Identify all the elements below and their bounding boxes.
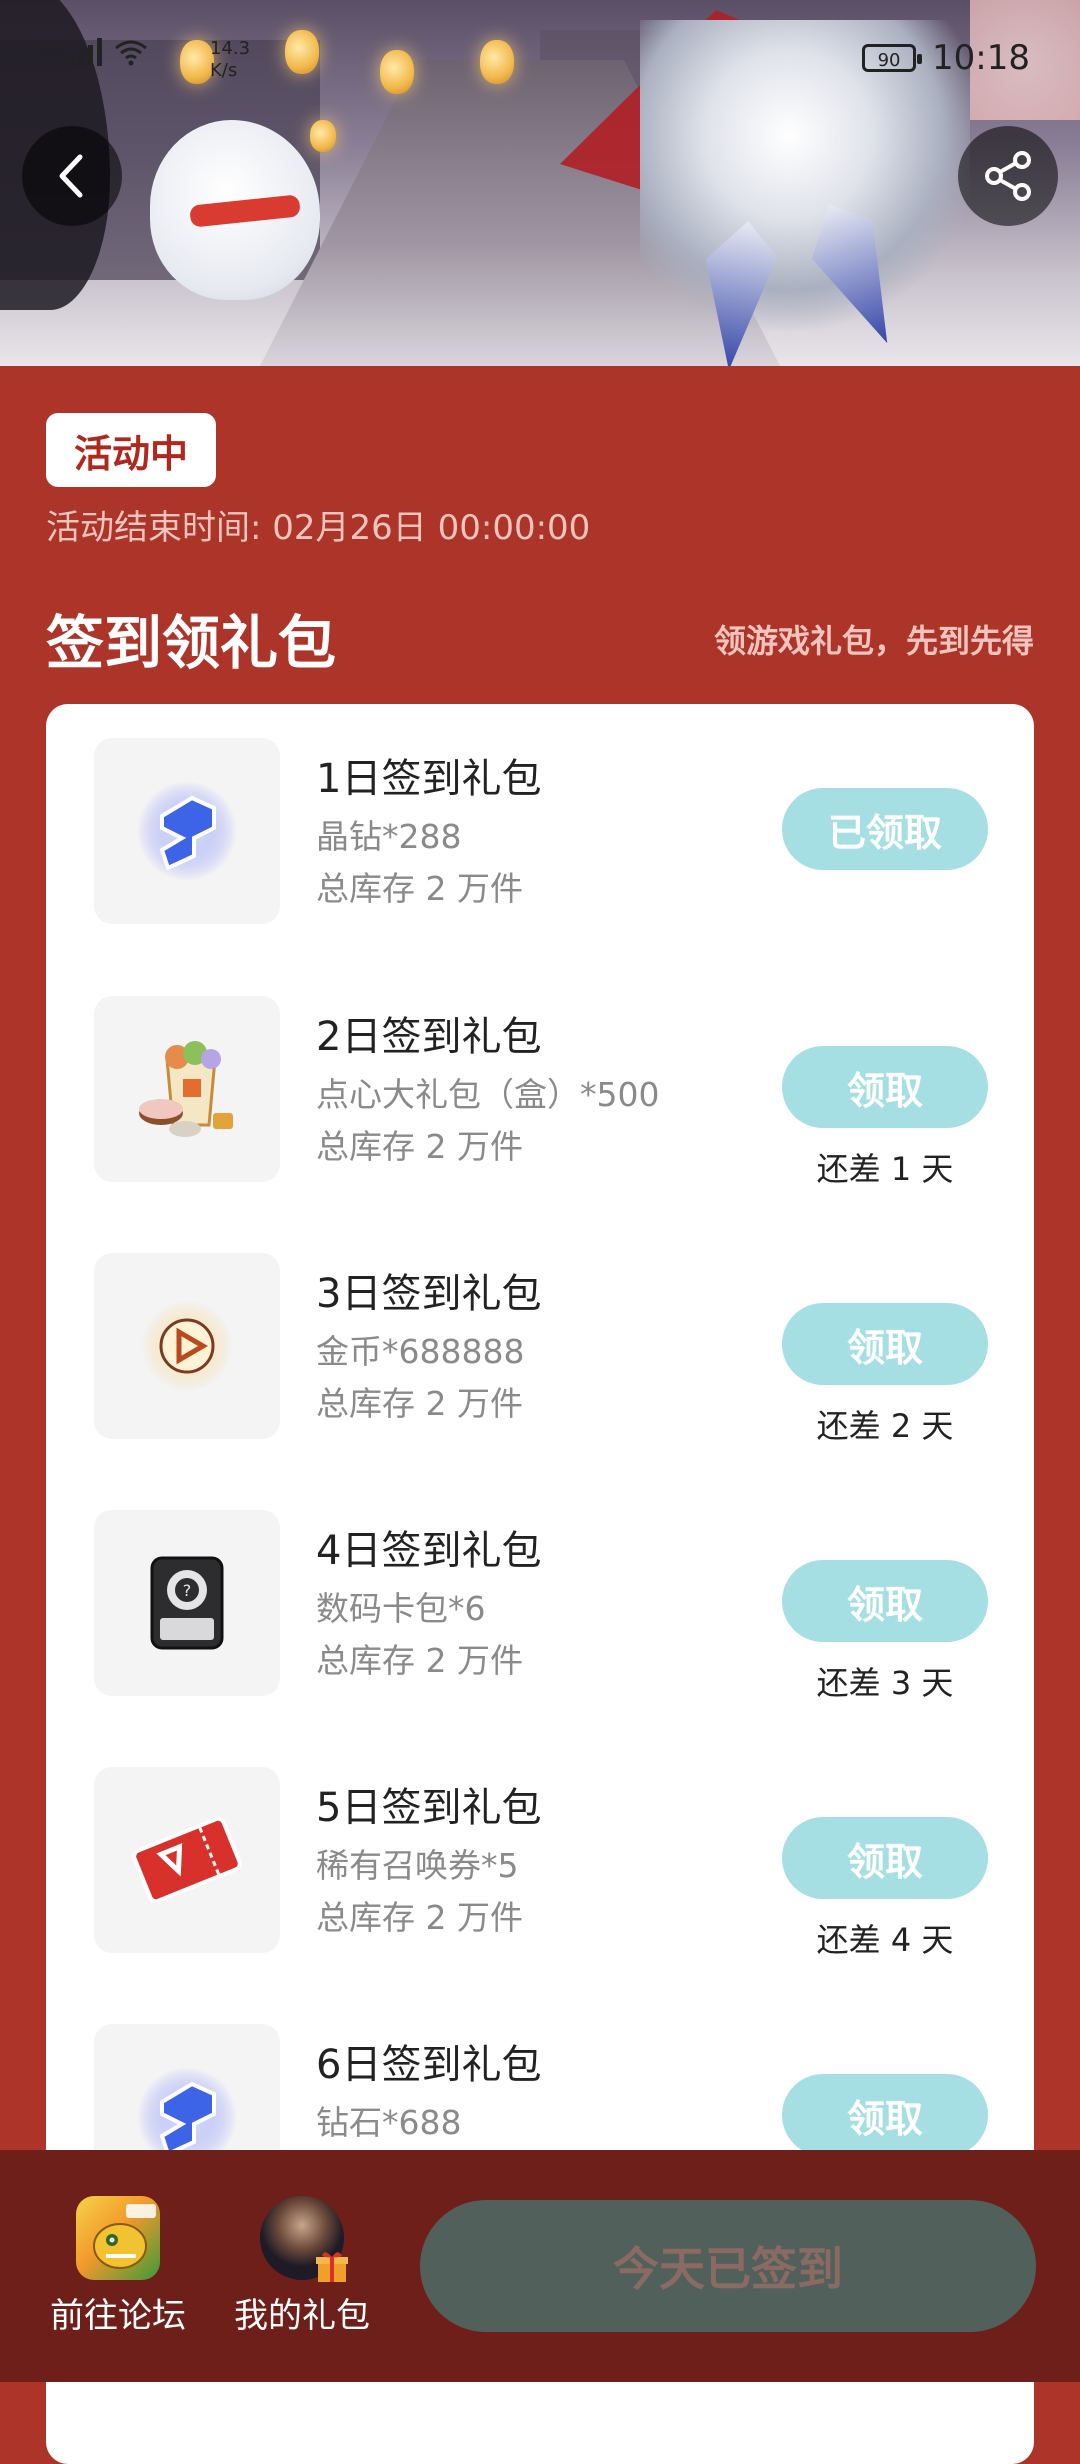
reward-thumbnail: [94, 1253, 280, 1439]
reward-stock: 总库存 2 万件: [316, 1127, 523, 1166]
forum-link[interactable]: 前往论坛: [38, 2196, 198, 2337]
reward-row-day5: 5日签到礼包 稀有召唤券*5 总库存 2 万件 领取 还差 4 天: [46, 1767, 1034, 1959]
reward-stock: 总库存 2 万件: [316, 869, 523, 908]
chevron-left-icon: [59, 154, 83, 198]
reward-thumbnail: [94, 738, 280, 924]
reward-desc: 钻石*688: [316, 2103, 462, 2142]
reward-desc: 稀有召唤券*5: [316, 1846, 519, 1885]
reward-title: 6日签到礼包: [316, 2042, 542, 2088]
reward-thumbnail: ?: [94, 1510, 280, 1696]
my-gifts-link[interactable]: 我的礼包: [222, 2196, 382, 2337]
days-remaining: 还差 1 天: [816, 1150, 954, 1188]
reward-thumbnail: [94, 1767, 280, 1953]
speed-value: 14.3: [210, 38, 251, 59]
speed-unit: K/s: [210, 60, 238, 81]
forum-label: 前往论坛: [50, 2296, 186, 2336]
claim-button[interactable]: 领取: [782, 1303, 988, 1385]
reward-row-day3: 3日签到礼包 金币*688888 总库存 2 万件 领取 还差 2 天: [46, 1253, 1034, 1445]
claim-button[interactable]: 领取: [782, 1817, 988, 1899]
reward-stock: 总库存 2 万件: [316, 1898, 523, 1937]
reward-title: 5日签到礼包: [316, 1785, 542, 1831]
end-time-text: 活动结束时间: 02月26日 00:00:00: [46, 508, 591, 548]
gold-coin-icon: [141, 1300, 233, 1392]
reward-row-day4: ? 4日签到礼包 数码卡包*6 总库存 2 万件 领取 还差 3 天: [46, 1510, 1034, 1702]
claim-button[interactable]: 领取: [782, 2074, 988, 2156]
days-remaining: 还差 4 天: [816, 1921, 954, 1959]
reward-thumbnail: [94, 996, 280, 1182]
reward-title: 2日签到礼包: [316, 1014, 542, 1060]
battery-level: 90: [877, 50, 901, 71]
claimed-button[interactable]: 已领取: [782, 788, 988, 870]
clock: 10:18: [932, 38, 1030, 78]
avatar: [260, 2196, 348, 2282]
back-button[interactable]: [22, 126, 122, 226]
signal-area: 5G: [40, 38, 148, 66]
svg-text:?: ?: [183, 1581, 192, 1600]
reward-desc: 晶钻*288: [316, 817, 462, 856]
my-gifts-label: 我的礼包: [234, 2296, 370, 2336]
share-icon: [985, 151, 1031, 201]
status-badge: 活动中: [46, 413, 216, 487]
wifi-icon: [114, 40, 147, 66]
reward-stock: 总库存 2 万件: [316, 1641, 523, 1680]
crystal-diamond-icon: [137, 781, 237, 881]
section-subtitle: 领游戏礼包，先到先得: [713, 622, 1034, 660]
summon-ticket-icon: [132, 1816, 242, 1904]
network-type: 5G: [40, 44, 60, 60]
reward-desc: 点心大礼包（盒）*500: [316, 1075, 660, 1114]
bottom-bar: 前往论坛 我的礼包 今天已签到: [0, 2150, 1080, 2382]
reward-desc: 金币*688888: [316, 1332, 525, 1371]
reward-desc: 数码卡包*6: [316, 1589, 486, 1628]
game-app-icon: [76, 2196, 160, 2280]
status-right: 90 10:18: [862, 38, 1030, 78]
network-speed: 14.3 K/s: [210, 38, 250, 82]
snack-box-icon: [139, 1041, 233, 1137]
days-remaining: 还差 3 天: [816, 1664, 954, 1702]
dinosaur-icon: [93, 2204, 156, 2269]
reward-title: 3日签到礼包: [316, 1271, 542, 1317]
battery-icon: 90: [862, 44, 923, 72]
reward-title: 1日签到礼包: [316, 756, 542, 802]
signal-icon: [69, 38, 102, 66]
claim-button[interactable]: 领取: [782, 1560, 988, 1642]
signed-today-button[interactable]: 今天已签到: [420, 2200, 1036, 2332]
claim-button[interactable]: 领取: [782, 1046, 988, 1128]
status-bar: 5G 14.3 K/s 90 10:18: [0, 30, 1080, 90]
digi-card-pack-icon: ?: [150, 1556, 224, 1650]
reward-stock: 总库存 2 万件: [316, 1384, 523, 1423]
reward-row-day2: 2日签到礼包 点心大礼包（盒）*500 总库存 2 万件 领取 还差 1 天: [46, 996, 1034, 1188]
days-remaining: 还差 2 天: [816, 1407, 954, 1445]
reward-row-day1: 1日签到礼包 晶钻*288 总库存 2 万件 已领取: [46, 738, 1034, 924]
share-button[interactable]: [958, 126, 1058, 226]
section-title: 签到领礼包: [46, 609, 337, 677]
reward-title: 4日签到礼包: [316, 1528, 542, 1574]
gift-icon: [316, 2252, 348, 2282]
lantern-decoration: [310, 120, 336, 152]
